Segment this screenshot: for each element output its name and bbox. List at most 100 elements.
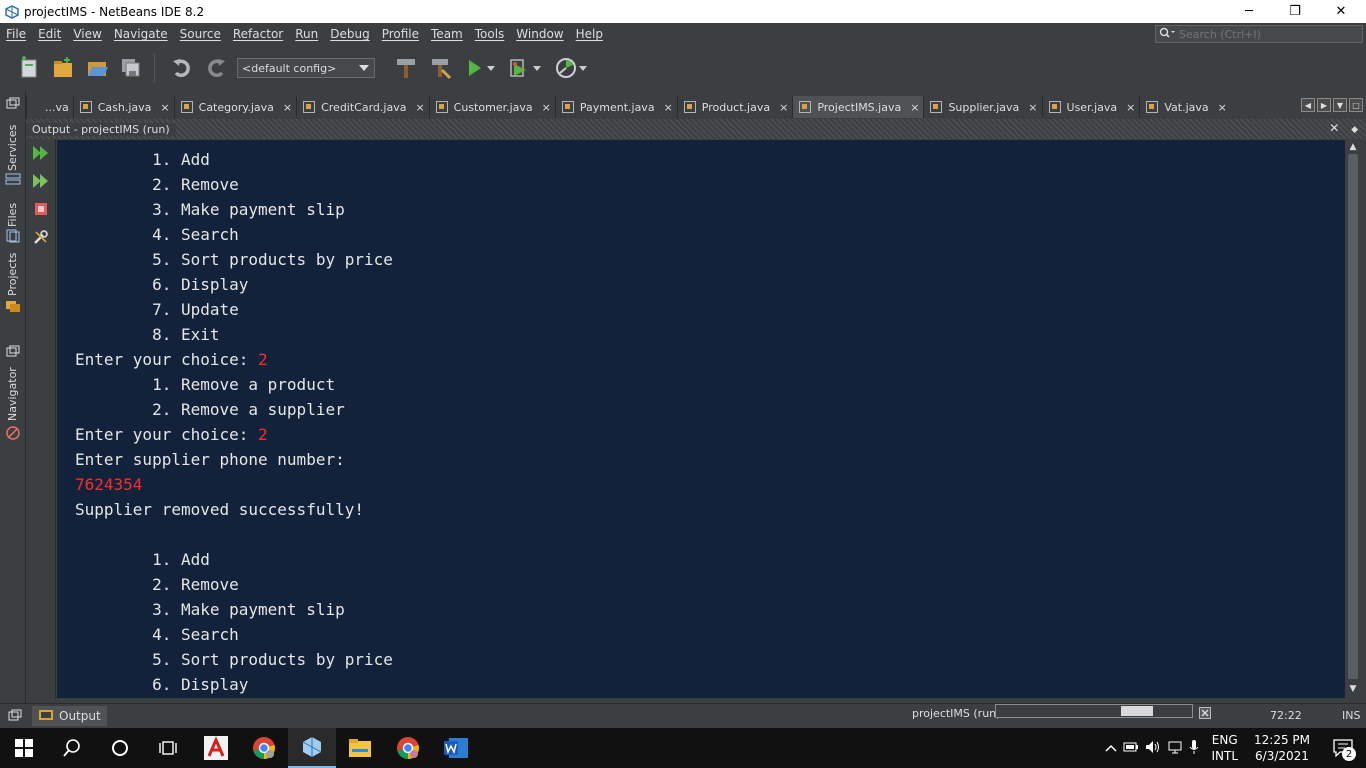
menu-source[interactable]: Source (174, 27, 227, 41)
redo-icon[interactable] (201, 53, 231, 83)
services-tab[interactable]: Services (6, 125, 19, 171)
debug-dropdown-icon[interactable] (533, 61, 541, 75)
clean-build-icon[interactable] (425, 53, 455, 83)
tab-customer-java[interactable]: Customer.java × (428, 96, 555, 118)
cancel-process-icon[interactable] (1199, 707, 1211, 722)
close-window-button[interactable]: ✕ (1318, 0, 1364, 23)
scroll-up-icon[interactable]: ▲ (1347, 142, 1359, 154)
files-icon[interactable] (5, 229, 21, 246)
cortana-icon[interactable] (96, 728, 144, 768)
menu-debug[interactable]: Debug (324, 27, 375, 41)
config-dropdown[interactable]: <default config> (237, 58, 375, 78)
tab-close-icon[interactable]: × (910, 101, 919, 114)
menu-navigate[interactable]: Navigate (108, 27, 174, 41)
tab-hidden-java[interactable]: ...va (26, 96, 73, 118)
navigator-tab[interactable]: Navigator (6, 367, 19, 421)
output-console[interactable]: 1. Add 2. Remove 3. Make payment slip 4.… (57, 140, 1345, 698)
scroll-down-icon[interactable]: ▼ (1347, 684, 1359, 696)
tab-creditcard-java[interactable]: CreditCard.java × (296, 96, 429, 118)
notifications-button[interactable]: 2 (1328, 733, 1358, 763)
tab-user-java[interactable]: User.java × (1041, 96, 1140, 118)
tab-category-java[interactable]: Category.java × (173, 96, 296, 118)
language-indicator[interactable]: ENG INTL (1211, 732, 1238, 764)
menu-team[interactable]: Team (425, 27, 469, 41)
profile-project-icon[interactable] (551, 53, 581, 83)
open-project-icon[interactable] (82, 53, 112, 83)
menu-tools[interactable]: Tools (469, 27, 511, 41)
restore-button[interactable]: ❐ (1272, 0, 1318, 23)
tab-close-icon[interactable]: × (1028, 101, 1037, 114)
rerun-with-params-icon[interactable] (31, 171, 51, 191)
run-dropdown-icon[interactable] (487, 61, 495, 75)
scroll-tabs-right-icon[interactable]: ▶ (1317, 98, 1331, 112)
volume-icon[interactable] (1145, 740, 1161, 757)
stop-icon[interactable] (31, 199, 51, 219)
maximize-window-icon[interactable]: □ (1349, 98, 1363, 112)
minimize-button[interactable]: ─ (1226, 0, 1272, 23)
restore-output-group-icon[interactable] (8, 709, 22, 724)
rerun-icon[interactable] (31, 143, 51, 163)
tab-close-icon[interactable]: × (415, 101, 424, 114)
new-project-icon[interactable] (48, 53, 78, 83)
services-icon[interactable] (5, 173, 21, 190)
save-all-icon[interactable] (116, 53, 146, 83)
chrome-icon[interactable] (240, 728, 288, 768)
search-box[interactable] (1155, 25, 1363, 43)
tab-close-icon[interactable]: × (1126, 101, 1135, 114)
tab-close-icon[interactable]: × (283, 101, 292, 114)
network-icon[interactable] (1167, 740, 1183, 757)
search-input[interactable] (1179, 27, 1349, 41)
menu-run[interactable]: Run (289, 27, 324, 41)
tab-vat-java[interactable]: Vat.java × (1139, 96, 1231, 118)
files-tab[interactable]: Files (6, 203, 19, 227)
settings-tools-icon[interactable] (31, 227, 51, 247)
tab-cash-java[interactable]: Cash.java × (72, 96, 174, 118)
menu-help[interactable]: Help (570, 27, 609, 41)
run-project-icon[interactable] (459, 53, 489, 83)
menu-edit[interactable]: Edit (32, 27, 67, 41)
menu-profile[interactable]: Profile (376, 27, 425, 41)
tab-close-icon[interactable]: × (542, 101, 551, 114)
new-file-icon[interactable] (14, 53, 44, 83)
microphone-icon[interactable] (1189, 739, 1199, 758)
build-hammer-icon[interactable] (391, 53, 421, 83)
menu-file[interactable]: File (0, 27, 32, 41)
clock[interactable]: 12:25 PM 6/3/2021 (1254, 732, 1310, 764)
tab-product-java[interactable]: Product.java × (676, 96, 793, 118)
minimize-output-icon[interactable]: ◆ (1351, 125, 1358, 135)
search-icon[interactable] (48, 728, 96, 768)
profile-dropdown-icon[interactable] (579, 61, 587, 75)
netbeans-taskbar-icon[interactable] (288, 728, 336, 768)
debug-project-icon[interactable] (505, 53, 535, 83)
menu-refactor[interactable]: Refactor (227, 27, 289, 41)
tab-close-icon[interactable]: × (160, 101, 169, 114)
close-output-icon[interactable]: ✕ (1329, 121, 1339, 135)
menu-window[interactable]: Window (510, 27, 569, 41)
tab-payment-java[interactable]: Payment.java × (554, 96, 677, 118)
projects-tab[interactable]: Projects (6, 253, 19, 296)
scroll-tabs-left-icon[interactable]: ◀ (1301, 98, 1315, 112)
output-window-tab[interactable]: Output (32, 706, 107, 726)
tab-close-icon[interactable]: × (779, 101, 788, 114)
show-hidden-icons-icon[interactable] (1105, 741, 1117, 755)
undo-icon[interactable] (167, 53, 197, 83)
acrobat-icon[interactable] (192, 728, 240, 768)
tab-close-icon[interactable]: × (1218, 101, 1227, 114)
restore-window-group-icon[interactable] (6, 97, 20, 112)
battery-icon[interactable] (1123, 741, 1139, 756)
tab-supplier-java[interactable]: Supplier.java × (923, 96, 1041, 118)
windows-start-icon[interactable] (0, 728, 48, 768)
tab-projectims-java[interactable]: ProjectIMS.java × (792, 96, 924, 118)
console-scrollbar[interactable]: ▲ ▼ (1345, 140, 1361, 698)
chrome-profile-icon[interactable] (384, 728, 432, 768)
show-opened-documents-icon[interactable]: ▼ (1333, 98, 1347, 112)
projects-icon[interactable] (5, 299, 21, 316)
file-explorer-icon[interactable] (336, 728, 384, 768)
navigator-icon[interactable] (5, 425, 21, 444)
task-view-icon[interactable] (144, 728, 192, 768)
tab-close-icon[interactable]: × (664, 101, 673, 114)
word-icon[interactable] (432, 728, 480, 768)
menu-view[interactable]: View (67, 27, 107, 41)
restore-navigator-group-icon[interactable] (6, 345, 20, 360)
scrollbar-thumb[interactable] (1348, 154, 1358, 679)
